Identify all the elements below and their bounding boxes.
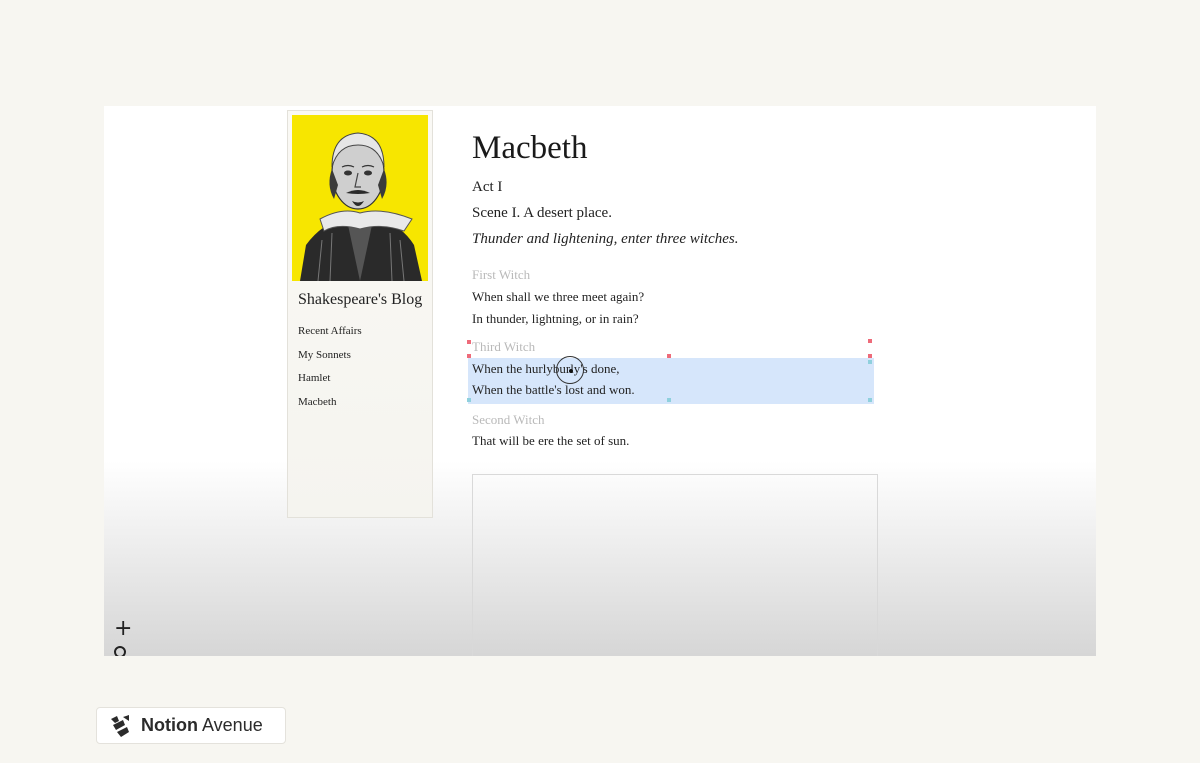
selection-handle[interactable]	[467, 398, 471, 402]
portrait-illustration	[292, 115, 428, 281]
selection-handle[interactable]	[868, 398, 872, 402]
embed-placeholder-box[interactable]	[472, 474, 878, 656]
notion-avenue-logo-icon	[111, 714, 129, 737]
nav-item-hamlet[interactable]: Hamlet	[298, 371, 362, 395]
selection-handle[interactable]	[667, 398, 671, 402]
cursor-dot	[569, 369, 573, 373]
blog-title: Shakespeare's Blog	[298, 291, 423, 308]
speaker-name: Third Witch	[472, 339, 536, 354]
plus-icon[interactable]: +	[114, 618, 132, 640]
blog-sidebar: Shakespeare's Blog Recent Affairs My Son…	[287, 110, 433, 518]
brand-name: Notion Avenue	[141, 715, 263, 735]
play-title: Macbeth	[472, 130, 588, 166]
selection-handle[interactable]	[868, 360, 872, 364]
selection-handle[interactable]	[868, 339, 872, 343]
video-frame: Shakespeare's Blog Recent Affairs My Son…	[104, 106, 1096, 656]
nav-item-recent-affairs[interactable]: Recent Affairs	[298, 324, 362, 348]
speaker-name: Second Witch	[472, 412, 545, 427]
speech-line: When the battle's lost and won.	[472, 382, 635, 397]
selection-handle[interactable]	[467, 340, 471, 344]
nav-item-my-sonnets[interactable]: My Sonnets	[298, 348, 362, 372]
speech-line: In thunder, lightning, or in rain?	[472, 311, 639, 326]
speech-line: When shall we three meet again?	[472, 289, 645, 304]
blog-nav: Recent Affairs My Sonnets Hamlet Macbeth	[298, 324, 362, 418]
shakespeare-portrait	[292, 115, 428, 281]
selection-handle[interactable]	[868, 354, 872, 358]
circle-icon[interactable]	[114, 646, 126, 656]
stage-direction: Thunder and lightening, enter three witc…	[472, 231, 739, 247]
nav-item-macbeth[interactable]: Macbeth	[298, 395, 362, 419]
mouse-cursor-indicator	[556, 356, 584, 384]
scene-heading: Scene I. A desert place.	[472, 205, 612, 221]
selection-handle[interactable]	[467, 354, 471, 358]
speaker-name: First Witch	[472, 267, 531, 282]
selection-handle[interactable]	[667, 354, 671, 358]
speech-line: When the hurlyburly's done,	[472, 361, 620, 376]
act-heading: Act I	[472, 179, 503, 195]
speech-line: That will be ere the set of sun.	[472, 433, 630, 448]
brand-badge: Notion Avenue	[96, 707, 286, 744]
